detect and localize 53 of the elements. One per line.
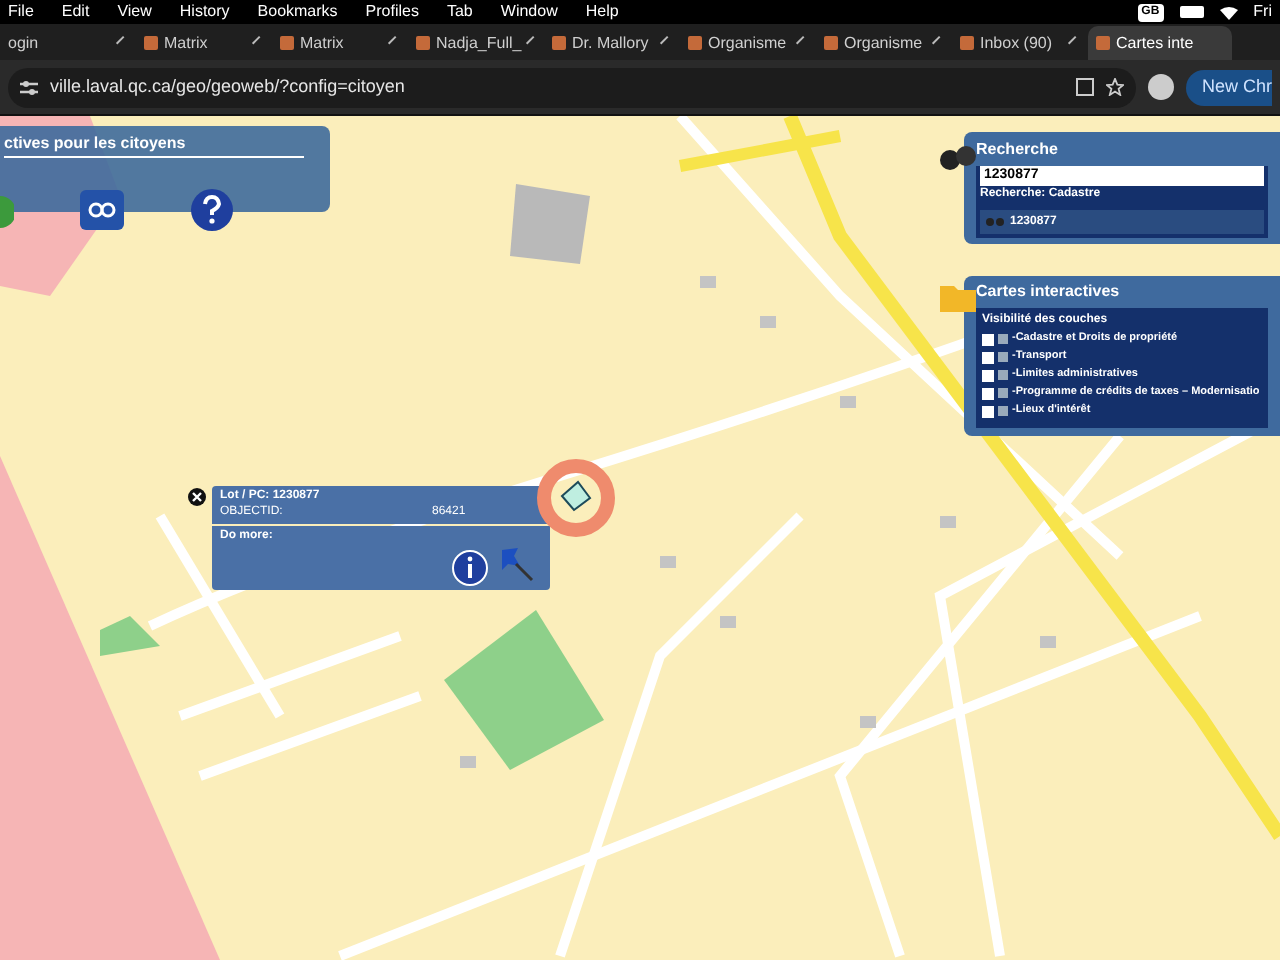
close-icon[interactable]: [188, 488, 206, 506]
favicon-icon: [552, 36, 566, 50]
menu-item[interactable]: Window: [500, 0, 558, 24]
binoculars-icon: [986, 216, 1004, 228]
info-icon[interactable]: [452, 550, 488, 586]
menu-item[interactable]: History: [179, 0, 230, 24]
browser-tab[interactable]: Organisme: [816, 26, 952, 60]
favicon-icon: [960, 36, 974, 50]
favicon-icon: [144, 36, 158, 50]
app-title: ctives pour les citoyens: [4, 132, 304, 158]
favicon-icon: [280, 36, 294, 50]
layer-checkbox[interactable]: [982, 333, 994, 345]
browser-tab[interactable]: Matrix: [272, 26, 408, 60]
battery-icon[interactable]: [1179, 6, 1204, 18]
browser-tab[interactable]: Cartes inte: [1088, 26, 1232, 60]
wifi-icon[interactable]: [1219, 5, 1238, 19]
browser-tab[interactable]: Nadja_Full_: [408, 26, 544, 60]
favicon-icon: [416, 36, 430, 50]
translate-icon[interactable]: [1075, 78, 1094, 96]
menu-item[interactable]: View: [117, 0, 152, 24]
layer-checkbox[interactable]: [982, 369, 994, 381]
browser-tab[interactable]: ogin: [0, 26, 136, 60]
menu-item[interactable]: Bookmarks: [257, 0, 338, 24]
favicon-icon: [688, 36, 702, 50]
menu-item[interactable]: Edit: [61, 0, 90, 24]
clock[interactable]: Fri: [1253, 0, 1272, 24]
favicon-icon: [824, 36, 838, 50]
globe-icon[interactable]: [0, 196, 14, 228]
panel-title: Recherche: [976, 138, 1060, 162]
menu-item[interactable]: Help: [585, 0, 619, 24]
building-shape: [510, 184, 590, 264]
folder-icon[interactable]: [940, 280, 976, 312]
menu-item[interactable]: File: [8, 0, 34, 24]
layer-checkbox[interactable]: [982, 405, 994, 417]
address-field[interactable]: ville.laval.qc.ca/geo/geoweb/?config=citoyen: [8, 67, 1136, 107]
browser-tab[interactable]: Dr. Mallory: [544, 26, 680, 60]
help-icon[interactable]: [190, 188, 234, 232]
binoculars-icon[interactable]: [940, 144, 976, 172]
location-marker-icon: [536, 458, 616, 538]
menu-item[interactable]: Profiles: [365, 0, 419, 24]
layer-checkbox[interactable]: [982, 387, 994, 399]
panel-title: Cartes interactives: [976, 280, 1122, 304]
favicon-icon: [1096, 36, 1110, 50]
menu-item[interactable]: Tab: [446, 0, 473, 24]
layer-checkbox[interactable]: [982, 351, 994, 363]
browser-tab[interactable]: Organisme: [680, 26, 816, 60]
park-area: [100, 616, 160, 656]
new-chrome-button[interactable]: New Chr: [1185, 69, 1272, 105]
profile-avatar[interactable]: [1147, 74, 1174, 100]
browser-tab[interactable]: Matrix: [136, 26, 272, 60]
browser-tab[interactable]: Inbox (90): [952, 26, 1088, 60]
site-settings-icon: [20, 79, 38, 95]
star-icon[interactable]: [1105, 78, 1124, 96]
